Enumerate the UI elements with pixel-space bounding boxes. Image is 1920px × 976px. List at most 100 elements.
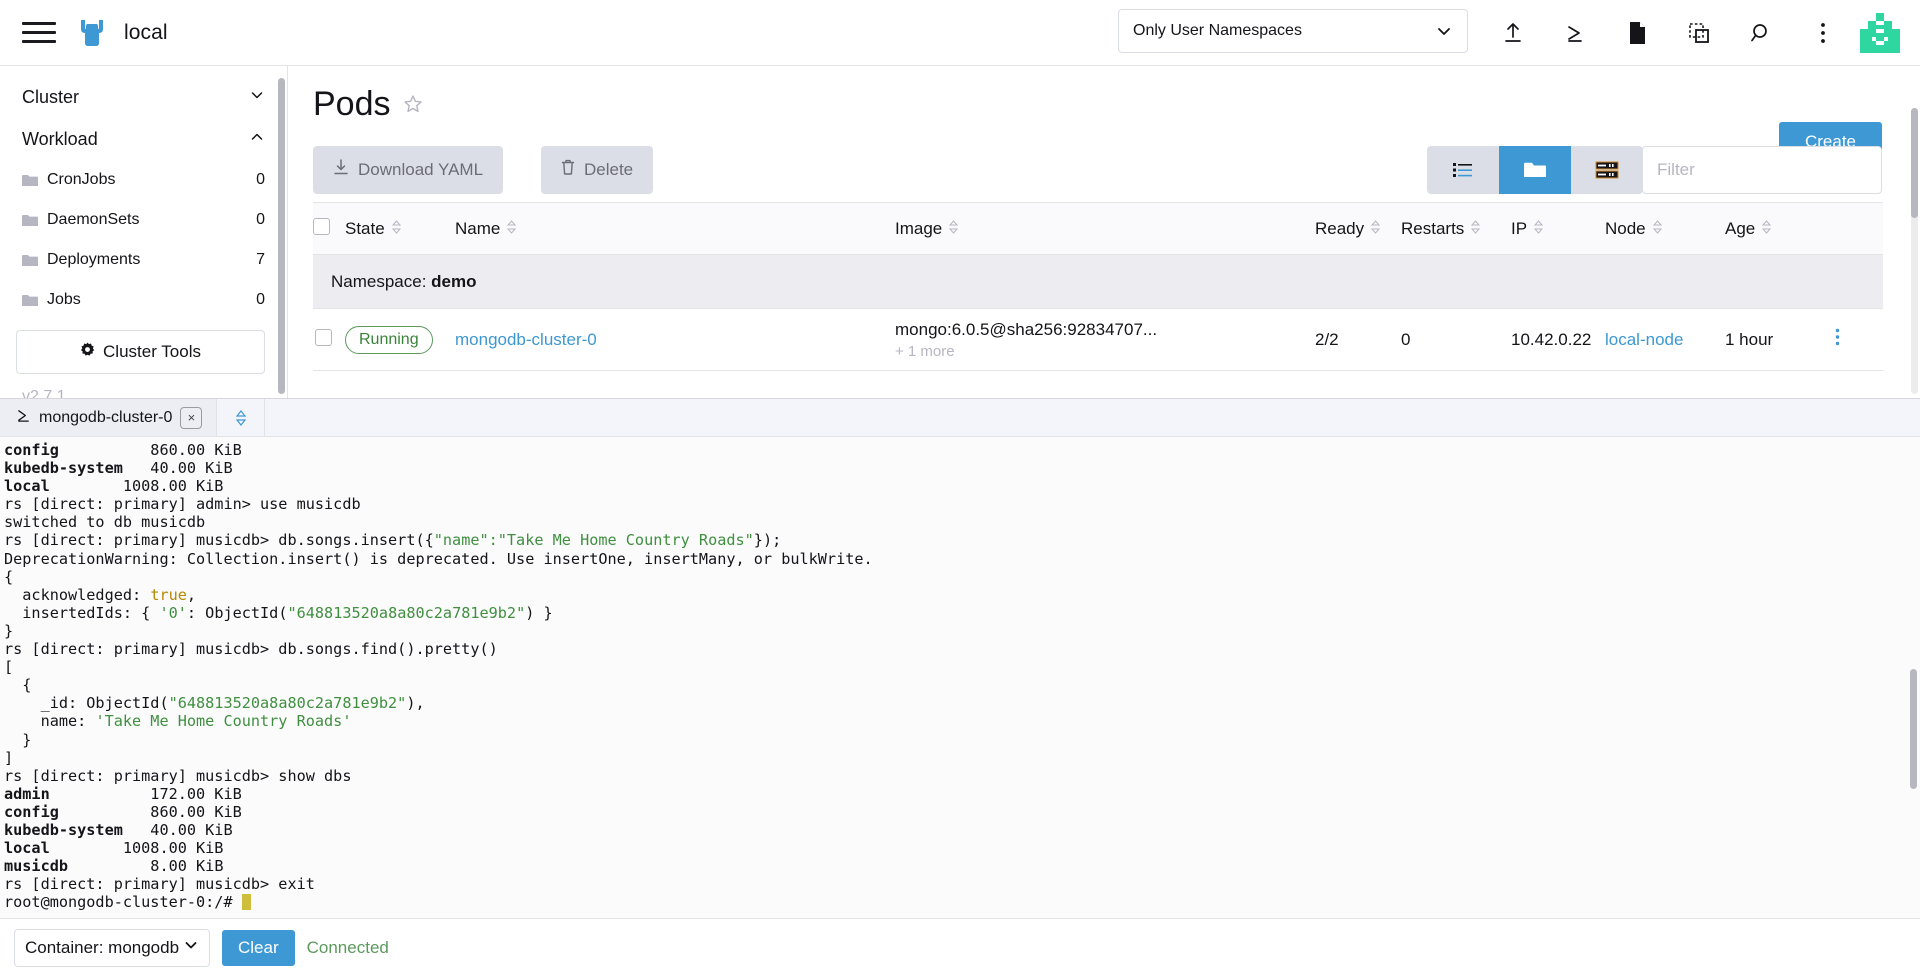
terminal-line: config 860.00 KiB xyxy=(4,441,1920,459)
terminal-line: kubedb-system 40.00 KiB xyxy=(4,821,1920,839)
sidebar-item-cronjobs[interactable]: CronJobs 0 xyxy=(0,160,287,200)
terminal-scrollbar[interactable] xyxy=(1910,669,1917,789)
sidebar-item-daemonsets[interactable]: DaemonSets 0 xyxy=(0,200,287,240)
import-yaml-icon[interactable] xyxy=(1482,0,1544,66)
pods-table: State Name Image Ready Restarts xyxy=(313,202,1883,371)
star-outline-icon[interactable] xyxy=(403,94,423,119)
column-header-age-label: Age xyxy=(1725,219,1755,239)
sidebar-item-deployments-count: 7 xyxy=(256,251,265,269)
select-all-checkbox[interactable] xyxy=(313,218,330,235)
cell-state: Running xyxy=(345,309,455,371)
group-by-node-button[interactable] xyxy=(1571,146,1643,194)
terminal-line: rs [direct: primary] admin> use musicdb xyxy=(4,495,1920,513)
drawer-tab-bar: mongodb-cluster-0 × xyxy=(0,399,1920,437)
terminal-tab-label: mongodb-cluster-0 xyxy=(39,409,172,427)
kubectl-shell-icon[interactable] xyxy=(1544,0,1606,66)
sort-icon xyxy=(1653,219,1662,239)
table-header-row: State Name Image Ready Restarts xyxy=(313,203,1883,255)
folder-icon xyxy=(22,214,38,227)
sidebar-item-deployments[interactable]: Deployments 7 xyxy=(0,240,287,280)
node-link[interactable]: local-node xyxy=(1605,330,1683,349)
rancher-logo-icon[interactable] xyxy=(74,15,110,51)
terminal-line: { xyxy=(4,568,1920,586)
sort-icon xyxy=(392,219,401,239)
docs-icon[interactable] xyxy=(1606,0,1668,66)
clear-terminal-button[interactable]: Clear xyxy=(222,930,295,966)
column-header-ip[interactable]: IP xyxy=(1511,203,1605,255)
row-select-checkbox[interactable] xyxy=(315,329,332,346)
column-header-age[interactable]: Age xyxy=(1725,203,1835,255)
kebab-menu-icon[interactable] xyxy=(1835,329,1840,351)
pod-name-link[interactable]: mongodb-cluster-0 xyxy=(455,330,597,349)
terminal-drawer: mongodb-cluster-0 × config 860.00 KiBkub… xyxy=(0,398,1920,976)
sidebar-scrollbar[interactable] xyxy=(278,78,285,388)
sidebar-item-jobs-label: Jobs xyxy=(47,291,256,309)
column-header-restarts[interactable]: Restarts xyxy=(1401,203,1511,255)
delete-button[interactable]: Delete xyxy=(541,146,653,194)
sidebar-group-workload[interactable]: Workload xyxy=(0,118,287,160)
drawer-footer: Container: mongodb Clear Connected xyxy=(0,918,1920,976)
terminal-line: name: 'Take Me Home Country Roads' xyxy=(4,712,1920,730)
page-title-row: Pods xyxy=(289,66,1920,124)
hamburger-icon[interactable] xyxy=(22,20,56,46)
folder-icon xyxy=(22,294,38,307)
sidebar-item-jobs-count: 0 xyxy=(256,291,265,309)
column-header-actions xyxy=(1835,203,1883,255)
cell-ready: 2/2 xyxy=(1315,309,1401,371)
search-icon[interactable] xyxy=(1730,0,1792,66)
download-icon xyxy=(333,159,349,181)
column-header-state[interactable]: State xyxy=(345,203,455,255)
column-header-image-label: Image xyxy=(895,219,942,239)
cluster-tools-button[interactable]: Cluster Tools xyxy=(16,330,265,374)
close-icon[interactable]: × xyxy=(180,407,202,429)
main-content: Pods Create Download YAML Delete xyxy=(289,66,1920,398)
terminal-output[interactable]: config 860.00 KiBkubedb-system 40.00 KiB… xyxy=(0,437,1920,918)
expand-collapse-icon[interactable] xyxy=(217,399,265,436)
terminal-line: root@mongodb-cluster-0:/# xyxy=(4,893,1920,911)
terminal-line: local 1008.00 KiB xyxy=(4,477,1920,495)
container-select-value: Container: mongodb xyxy=(25,938,179,958)
column-header-ready[interactable]: Ready xyxy=(1315,203,1401,255)
table-group-row: Namespace: demo xyxy=(313,255,1883,309)
main-scrollbar[interactable] xyxy=(1911,108,1918,394)
filter-input[interactable] xyxy=(1642,146,1882,194)
pod-image-more[interactable]: + 1 more xyxy=(895,343,1315,360)
column-header-name[interactable]: Name xyxy=(455,203,895,255)
top-header-bar: local Only User Namespaces xyxy=(0,0,1920,66)
sort-icon xyxy=(1471,219,1480,239)
column-header-ip-label: IP xyxy=(1511,219,1527,239)
more-options-icon[interactable] xyxy=(1792,0,1854,66)
terminal-line: musicdb 8.00 KiB xyxy=(4,857,1920,875)
page-title: Pods xyxy=(313,87,391,121)
view-mode-toggle-group xyxy=(1427,146,1643,194)
cell-age: 1 hour xyxy=(1725,309,1835,371)
folder-icon xyxy=(22,254,38,267)
flat-list-view-button[interactable] xyxy=(1427,146,1499,194)
sidebar-group-workload-label: Workload xyxy=(22,129,249,150)
terminal-line: ] xyxy=(4,749,1920,767)
container-select-dropdown[interactable]: Container: mongodb xyxy=(14,929,210,967)
namespace-filter-dropdown[interactable]: Only User Namespaces xyxy=(1118,9,1468,53)
sidebar-item-cronjobs-label: CronJobs xyxy=(47,171,256,189)
select-all-checkbox-cell xyxy=(313,203,345,255)
download-yaml-button[interactable]: Download YAML xyxy=(313,146,503,194)
sidebar-item-jobs[interactable]: Jobs 0 xyxy=(0,280,287,320)
cluster-copy-icon[interactable] xyxy=(1668,0,1730,66)
terminal-tab[interactable]: mongodb-cluster-0 × xyxy=(0,399,217,436)
column-header-node-label: Node xyxy=(1605,219,1646,239)
column-header-state-label: State xyxy=(345,219,385,239)
grouped-view-button[interactable] xyxy=(1499,146,1571,194)
sidebar-item-cronjobs-count: 0 xyxy=(256,171,265,189)
terminal-line: config 860.00 KiB xyxy=(4,803,1920,821)
sidebar-group-cluster[interactable]: Cluster xyxy=(0,76,287,118)
sidebar-nav: Cluster Workload CronJobs 0 DaemonSets 0… xyxy=(0,66,288,398)
sort-icon xyxy=(507,219,516,239)
table-row[interactable]: Running mongodb-cluster-0 mongo:6.0.5@sh… xyxy=(313,309,1883,371)
cell-ip: 10.42.0.22 xyxy=(1511,309,1605,371)
avatar[interactable] xyxy=(1860,13,1900,53)
chevron-up-icon xyxy=(249,129,265,150)
column-header-image[interactable]: Image xyxy=(895,203,1315,255)
namespace-prefix: Namespace: xyxy=(331,272,426,291)
column-header-node[interactable]: Node xyxy=(1605,203,1725,255)
folder-icon xyxy=(22,174,38,187)
